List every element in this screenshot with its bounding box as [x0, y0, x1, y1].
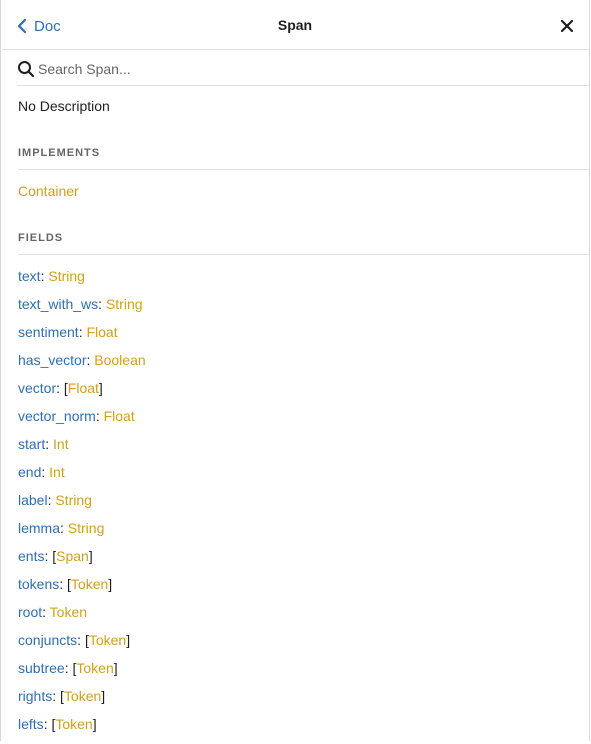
search-icon: [18, 60, 35, 77]
field-name[interactable]: tokens: [18, 576, 59, 592]
field-row: has_vector: Boolean: [18, 352, 146, 368]
field-type-link[interactable]: Span: [56, 548, 89, 564]
field-name[interactable]: text: [18, 268, 41, 284]
fields-list: text: String text_with_ws: String sentimen…: [18, 268, 146, 744]
search-input[interactable]: [38, 60, 338, 77]
field-row: lemma: String: [18, 520, 105, 536]
field-type-link[interactable]: Int: [53, 436, 69, 452]
implements-item-container[interactable]: Container: [18, 183, 79, 199]
field-name[interactable]: rights: [18, 688, 52, 704]
field-row: text: String: [18, 268, 85, 284]
list-close-bracket: ]: [88, 548, 93, 564]
field-type-link[interactable]: Float: [86, 324, 117, 340]
field-type-link[interactable]: Token: [50, 604, 87, 620]
implements-heading: IMPLEMENTS: [18, 147, 588, 170]
field-name[interactable]: ents: [18, 548, 44, 564]
field-row: vector: [Float]: [18, 380, 103, 396]
field-row: text_with_ws: String: [18, 296, 143, 312]
doc-explorer-header: Doc Span: [2, 0, 588, 50]
field-type-link[interactable]: Token: [55, 716, 92, 732]
field-row: label: String: [18, 492, 92, 508]
field-type-link[interactable]: Token: [64, 688, 101, 704]
field-name[interactable]: start: [18, 436, 45, 452]
implements-list: Container: [18, 183, 79, 199]
field-row: conjuncts: [Token]: [18, 632, 131, 648]
close-icon[interactable]: [560, 19, 574, 33]
list-close-bracket: ]: [101, 688, 106, 704]
field-type-link[interactable]: String: [68, 520, 105, 536]
field-row: rights: [Token]: [18, 688, 106, 704]
field-type-link[interactable]: Int: [49, 464, 65, 480]
field-name[interactable]: vector: [18, 380, 56, 396]
field-name[interactable]: lemma: [18, 520, 60, 536]
field-name[interactable]: sentiment: [18, 324, 79, 340]
doc-explorer-panel: Doc Span No Description IMPLEMENTS Conta…: [0, 0, 590, 741]
list-close-bracket: ]: [113, 660, 118, 676]
field-type-link[interactable]: Boolean: [94, 352, 145, 368]
field-row: lefts: [Token]: [18, 716, 97, 732]
field-name[interactable]: end: [18, 464, 41, 480]
field-type-link[interactable]: String: [48, 268, 85, 284]
field-type-link[interactable]: Token: [76, 660, 113, 676]
field-type-link[interactable]: String: [106, 296, 143, 312]
list-close-bracket: ]: [126, 632, 131, 648]
field-row: tokens: [Token]: [18, 576, 113, 592]
field-type-link[interactable]: String: [55, 492, 92, 508]
field-row: subtree: [Token]: [18, 660, 118, 676]
field-type-link[interactable]: Float: [68, 380, 99, 396]
field-name[interactable]: has_vector: [18, 352, 86, 368]
field-type-link[interactable]: Token: [71, 576, 108, 592]
field-name[interactable]: root: [18, 604, 42, 620]
type-description: No Description: [18, 98, 110, 114]
list-close-bracket: ]: [92, 716, 97, 732]
field-row: root: Token: [18, 604, 88, 620]
list-close-bracket: ]: [98, 380, 103, 396]
panel-title: Span: [277, 17, 313, 33]
field-name[interactable]: subtree: [18, 660, 65, 676]
field-row: end: Int: [18, 464, 65, 480]
field-name[interactable]: vector_norm: [18, 408, 96, 424]
field-row: vector_norm: Float: [18, 408, 135, 424]
field-name[interactable]: conjuncts: [18, 632, 77, 648]
search-bar: [17, 52, 588, 86]
field-type-link[interactable]: Float: [104, 408, 135, 424]
list-close-bracket: ]: [108, 576, 113, 592]
field-name[interactable]: label: [18, 492, 48, 508]
field-type-link[interactable]: Token: [89, 632, 126, 648]
field-row: ents: [Span]: [18, 548, 93, 564]
fields-heading: FIELDS: [18, 232, 588, 255]
field-name[interactable]: lefts: [18, 716, 44, 732]
field-row: sentiment: Float: [18, 324, 118, 340]
field-row: start: Int: [18, 436, 69, 452]
field-name[interactable]: text_with_ws: [18, 296, 98, 312]
